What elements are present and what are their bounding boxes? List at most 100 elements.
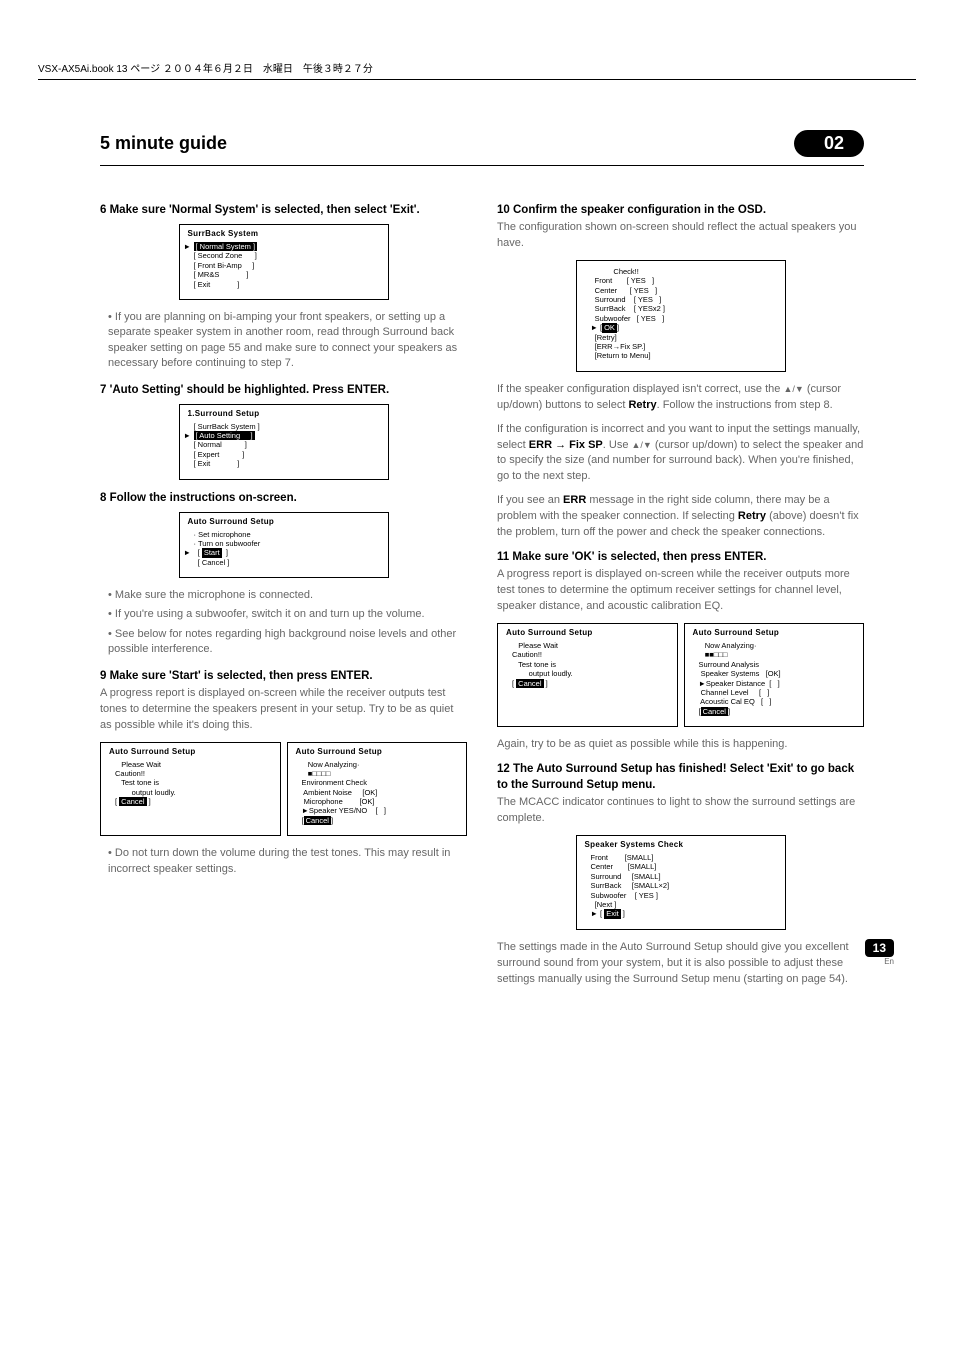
osd-title: 1.Surround Setup — [180, 405, 388, 420]
up-down-icon: ▲/▼ — [632, 439, 652, 452]
step-10-p3: If the configuration is incorrect and yo… — [497, 422, 864, 486]
osd-title: Auto Surround Setup — [288, 743, 467, 758]
title-underline — [100, 165, 864, 166]
list-item: Make sure the microphone is connected. — [108, 588, 467, 603]
osd-line: [ Exit ] — [194, 459, 380, 468]
osd-body: Please Wait Caution!! Test tone is outpu… — [101, 758, 280, 817]
osd-check: Check!! Front [ YES ] Center [ YES ] Sur… — [576, 260, 786, 372]
osd-line: [Next ] — [591, 900, 777, 909]
osd-line: ► [OK] — [591, 323, 777, 332]
step-10-p2: If the speaker configuration displayed i… — [497, 382, 864, 414]
osd-line: [Return to Menu] — [591, 351, 777, 360]
osd-line: Speaker Systems [OK] — [699, 669, 856, 678]
osd-line: Please Wait — [512, 641, 669, 650]
page-lang: En — [865, 957, 894, 966]
err-word: ERR — [563, 494, 586, 506]
osd-line: Check!! — [591, 267, 777, 276]
osd-line: Subwoofer [ YES ] — [591, 891, 777, 900]
right-column: 10 Confirm the speaker configuration in … — [497, 196, 864, 996]
text: If the speaker configuration displayed i… — [497, 383, 783, 395]
step-6-head: 6 Make sure 'Normal System' is selected,… — [100, 202, 467, 218]
osd-line: Surround [ YES ] — [591, 295, 777, 304]
osd-line: · Turn on subwoofer — [194, 539, 380, 548]
osd-title: Auto Surround Setup — [498, 624, 677, 639]
osd-title: Speaker Systems Check — [577, 836, 785, 851]
osd-line: Center [ YES ] — [591, 286, 777, 295]
bullet-text: If you are planning on bi-amping your fr… — [108, 311, 457, 369]
osd-title: SurrBack System — [180, 225, 388, 240]
page-number: 13 — [865, 939, 894, 957]
osd-surround-analysis: Auto Surround Setup Now Analyzing· ■■□□□… — [684, 623, 865, 727]
osd-line: [ Cancel ] — [512, 679, 669, 688]
step-12-head: 12 The Auto Surround Setup has finished!… — [497, 761, 864, 793]
list-item: If you're using a subwoofer, switch it o… — [108, 607, 467, 622]
page-title: 5 minute guide — [100, 133, 227, 154]
osd-line: ►[ Normal System ] — [194, 242, 380, 251]
osd-row-analyze-2: Auto Surround Setup Please Wait Caution!… — [497, 623, 864, 727]
step-11-body: A progress report is displayed on-screen… — [497, 567, 864, 615]
text: . Follow the instructions from step 8. — [657, 399, 833, 411]
osd-line: [ MR&S ] — [194, 270, 380, 279]
osd-body: Please Wait Caution!! Test tone is outpu… — [498, 639, 677, 698]
osd-line: ►[ Auto Setting ] — [194, 431, 380, 440]
osd-line: Environment Check — [302, 778, 459, 787]
osd-line: Caution!! — [512, 650, 669, 659]
errfix-word: ERR → Fix SP — [529, 439, 603, 451]
osd-row-analyze-1: Auto Surround Setup Please Wait Caution!… — [100, 742, 467, 837]
osd-line: [Cancel] — [302, 816, 459, 825]
osd-speaker-systems-check: Speaker Systems Check Front [SMALL] Cent… — [576, 835, 786, 930]
title-row: 5 minute guide 02 — [100, 130, 864, 157]
osd-line: [ Front Bi-Amp ] — [194, 261, 380, 270]
osd-surround-setup: 1.Surround Setup [ SurrBack System ] ►[ … — [179, 404, 389, 480]
osd-line: [ Second Zone ] — [194, 251, 380, 260]
retry-word-2: Retry — [738, 510, 766, 522]
left-column: 6 Make sure 'Normal System' is selected,… — [100, 196, 467, 996]
book-header-text: VSX-AX5Ai.book 13 ページ ２００４年６月２日 水曜日 午後３時… — [38, 64, 373, 75]
content-columns: 6 Make sure 'Normal System' is selected,… — [100, 196, 864, 996]
osd-title: Auto Surround Setup — [685, 624, 864, 639]
up-down-icon: ▲/▼ — [783, 383, 803, 396]
book-header: VSX-AX5Ai.book 13 ページ ２００４年６月２日 水曜日 午後３時… — [38, 60, 916, 79]
osd-line: Now Analyzing· — [699, 641, 856, 650]
osd-please-wait-2: Auto Surround Setup Please Wait Caution!… — [497, 623, 678, 727]
osd-line: [ Cancel ] — [194, 558, 380, 567]
osd-line: Subwoofer [ YES ] — [591, 314, 777, 323]
step-9-bullets: Do not turn down the volume during the t… — [108, 846, 467, 877]
osd-body: ►[ Normal System ] [ Second Zone ] [ Fro… — [180, 240, 388, 299]
osd-line: SurrBack [ YESx2 ] — [591, 304, 777, 313]
osd-body: Front [SMALL] Center [SMALL] Surround [S… — [577, 851, 785, 929]
step-10-p4: If you see an ERR message in the right s… — [497, 493, 864, 541]
osd-line: SurrBack [SMALL×2] — [591, 881, 777, 890]
osd-line: Channel Level [ ] — [699, 688, 856, 697]
step-12-p2: The settings made in the Auto Surround S… — [497, 940, 864, 988]
osd-line: ■□□□□ — [302, 769, 459, 778]
step-8-head: 8 Follow the instructions on-screen. — [100, 490, 467, 506]
osd-body: Now Analyzing· ■■□□□ Surround Analysis S… — [685, 639, 864, 726]
osd-auto-surround-1: Auto Surround Setup · Set microphone · T… — [179, 512, 389, 579]
osd-line: Test tone is — [115, 778, 272, 787]
step-10-head: 10 Confirm the speaker configuration in … — [497, 202, 864, 218]
step-12-body: The MCACC indicator continues to light t… — [497, 795, 864, 827]
osd-line: Center [SMALL] — [591, 862, 777, 871]
retry-word: Retry — [628, 399, 656, 411]
list-item: See below for notes regarding high backg… — [108, 627, 467, 658]
osd-line: Surround Analysis — [699, 660, 856, 669]
list-item: Do not turn down the volume during the t… — [108, 846, 467, 877]
osd-line: [ERR→Fix SP.] — [591, 342, 777, 351]
osd-line: Now Analyzing· — [302, 760, 459, 769]
osd-line: Front [SMALL] — [591, 853, 777, 862]
step-7-head: 7 'Auto Setting' should be highlighted. … — [100, 382, 467, 398]
osd-line: [ Exit ] — [194, 280, 380, 289]
osd-line: Front [ YES ] — [591, 276, 777, 285]
osd-line: output loudly. — [512, 669, 669, 678]
osd-body: Check!! Front [ YES ] Center [ YES ] Sur… — [577, 261, 785, 371]
osd-line: [Retry] — [591, 333, 777, 342]
page-number-box: 13 En — [865, 939, 894, 966]
osd-line: · Set microphone — [194, 530, 380, 539]
osd-please-wait-1: Auto Surround Setup Please Wait Caution!… — [100, 742, 281, 837]
osd-env-check: Auto Surround Setup Now Analyzing· ■□□□□… — [287, 742, 468, 837]
osd-line: [ SurrBack System ] — [194, 422, 380, 431]
osd-line: ► [ Start ] — [194, 548, 380, 557]
osd-line: Test tone is — [512, 660, 669, 669]
chapter-badge: 02 — [794, 130, 864, 157]
